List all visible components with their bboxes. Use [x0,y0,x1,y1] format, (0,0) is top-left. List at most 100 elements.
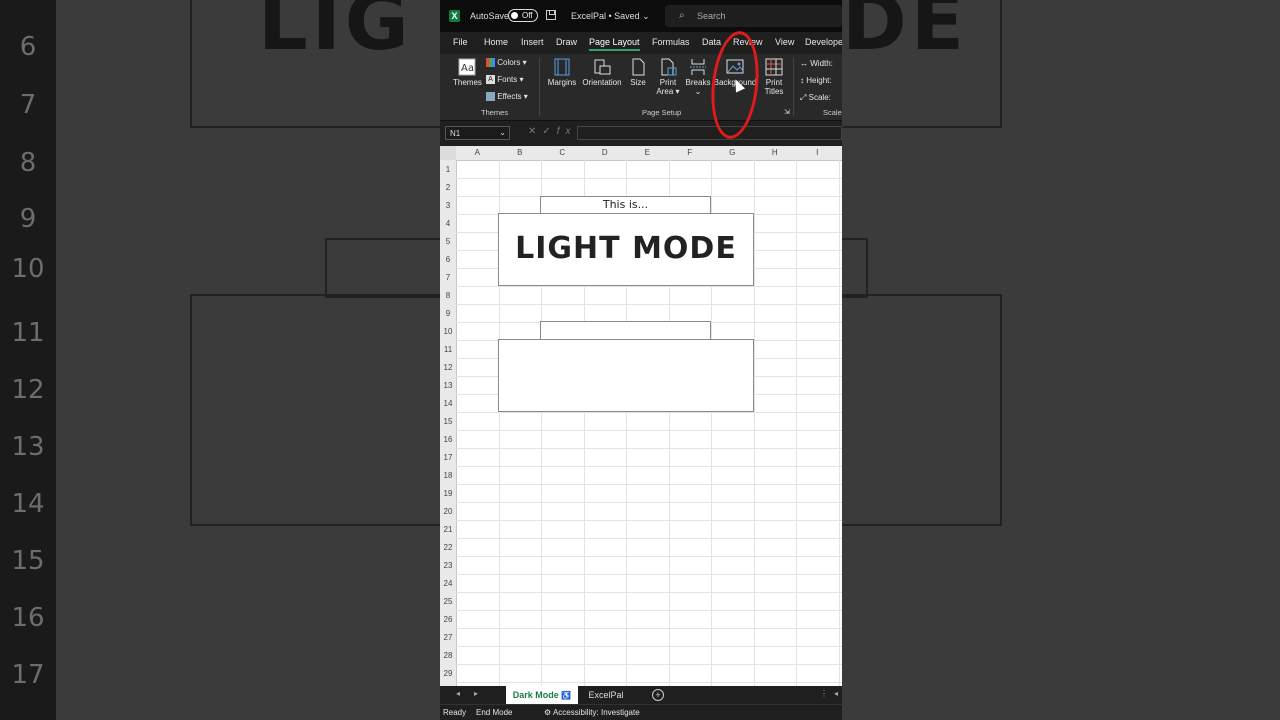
row-number-26[interactable]: 26 [440,615,456,624]
formula-input[interactable] [577,126,842,140]
row-number-15[interactable]: 15 [440,417,456,426]
tab-insert[interactable]: Insert [521,37,544,47]
spreadsheet-grid[interactable]: ABCDEFGHI 1 2 3 4 5 6 7 8 9 10 11 12 13 14 15 16 17 18 19 2… [440,146,842,686]
column-letter-d[interactable]: D [584,148,627,157]
function-icon[interactable]: fx [557,126,577,137]
row-number-18[interactable]: 18 [440,471,456,480]
tab-formulas[interactable]: Formulas [652,37,690,47]
file-name[interactable]: ExcelPal • Saved ⌄ [571,11,650,22]
tab-file[interactable]: File [453,37,468,47]
row-number-29[interactable]: 29 [440,669,456,678]
save-icon[interactable] [546,10,556,20]
row-number-8[interactable]: 8 [440,291,456,300]
tab-data[interactable]: Data [702,37,721,47]
search-box[interactable]: ⌕ Search [665,5,842,27]
column-letter-i[interactable]: I [796,148,839,157]
name-box[interactable]: N1 ⌄ [445,126,510,140]
grid-row-line [456,502,842,503]
add-sheet-icon[interactable]: + [652,689,664,701]
column-letter-c[interactable]: C [541,148,584,157]
row-number-12[interactable]: 12 [440,363,456,372]
more-options-icon[interactable]: ⋮ [820,689,828,698]
prev-sheet-icon[interactable]: ◂ [456,689,460,698]
row-number-10[interactable]: 10 [440,327,456,336]
print-titles-button[interactable]: Print Titles [760,58,788,96]
scroll-left-icon[interactable]: ◂ [834,689,838,698]
caption-cell-2[interactable] [540,321,711,340]
breaks-button[interactable]: Breaks ⌄ [683,58,713,96]
margins-button[interactable]: Margins [546,58,578,87]
row-number-6[interactable]: 6 [440,255,456,264]
themes-button[interactable]: Aa Themes [453,58,482,87]
tab-page-layout[interactable]: Page Layout [589,37,640,51]
orientation-button[interactable]: Orientation [581,58,623,87]
themes-icon: Aa [458,58,476,76]
sheet-tab-label: ExcelPal [588,690,624,700]
page-setup-launcher-icon[interactable]: ⇲ [784,108,790,116]
caption-cell-1[interactable]: This is... [540,196,711,214]
status-ready: Ready [443,708,467,717]
next-sheet-icon[interactable]: ▸ [474,689,478,698]
row-number-23[interactable]: 23 [440,561,456,570]
grid-row-line [456,682,842,683]
sheet-tab-excelpal[interactable]: ExcelPal [580,686,632,704]
grid-row-line [456,448,842,449]
tab-view[interactable]: View [775,37,794,47]
row-number-11[interactable]: 11 [440,345,456,354]
scale-control[interactable]: ⤢ Scale: [800,93,831,103]
grid-column-line [796,160,797,686]
orientation-label: Orientation [582,78,622,87]
title-cell-2[interactable] [498,339,754,412]
accessibility-status[interactable]: ⚙ Accessibility: Investigate [544,708,640,717]
column-letter-f[interactable]: F [669,148,712,157]
cancel-icon[interactable]: ✕ [528,126,542,137]
column-letter-e[interactable]: E [626,148,669,157]
scale-label: Scale: [808,93,831,102]
row-number-13[interactable]: 13 [440,381,456,390]
row-number-21[interactable]: 21 [440,525,456,534]
row-number-4[interactable]: 4 [440,219,456,228]
row-number-20[interactable]: 20 [440,507,456,516]
row-number-2[interactable]: 2 [440,183,456,192]
row-number-28[interactable]: 28 [440,651,456,660]
colors-button[interactable]: Colors ▾ [486,58,527,68]
row-number-25[interactable]: 25 [440,597,456,606]
row-number-1[interactable]: 1 [440,165,456,174]
autosave-state: Off [522,11,533,20]
chevron-down-icon: ⌄ [499,128,506,137]
title-bar: X AutoSave Off ExcelPal • Saved ⌄ ⌕ Sear… [440,0,842,32]
enter-icon[interactable]: ✓ [542,126,556,137]
row-number-3[interactable]: 3 [440,201,456,210]
row-number-5[interactable]: 5 [440,237,456,246]
row-number-9[interactable]: 9 [440,309,456,318]
row-number-22[interactable]: 22 [440,543,456,552]
grid-row-line [456,304,842,305]
title-cell-1[interactable]: LIGHT MODE [498,213,754,286]
column-letter-h[interactable]: H [754,148,797,157]
tab-developer[interactable]: Develope [805,37,842,47]
tab-home[interactable]: Home [484,37,508,47]
row-number-7[interactable]: 7 [440,273,456,282]
row-number-14[interactable]: 14 [440,399,456,408]
row-number-24[interactable]: 24 [440,579,456,588]
row-number-27[interactable]: 27 [440,633,456,642]
print-titles-icon [765,58,783,76]
autosave-toggle[interactable]: Off [508,9,538,22]
row-number-19[interactable]: 19 [440,489,456,498]
column-letter-a[interactable]: A [456,148,499,157]
width-control[interactable]: ↔ Width: [800,59,833,68]
column-letter-b[interactable]: B [499,148,542,157]
orientation-icon [594,59,611,75]
effects-button[interactable]: Effects ▾ [486,92,528,102]
select-all-corner[interactable] [440,146,456,160]
row-number-17[interactable]: 17 [440,453,456,462]
print-area-button[interactable]: Print Area ▾ [653,58,683,96]
row-number-16[interactable]: 16 [440,435,456,444]
fonts-button[interactable]: A Fonts ▾ [486,75,523,85]
tab-draw[interactable]: Draw [556,37,577,47]
column-letter-g[interactable]: G [711,148,754,157]
sheet-tab-dark-mode[interactable]: Dark Mode ♿ [506,686,578,704]
height-label: Height: [806,76,832,85]
height-control[interactable]: ↕ Height: [800,76,832,85]
size-button[interactable]: Size [627,58,649,87]
